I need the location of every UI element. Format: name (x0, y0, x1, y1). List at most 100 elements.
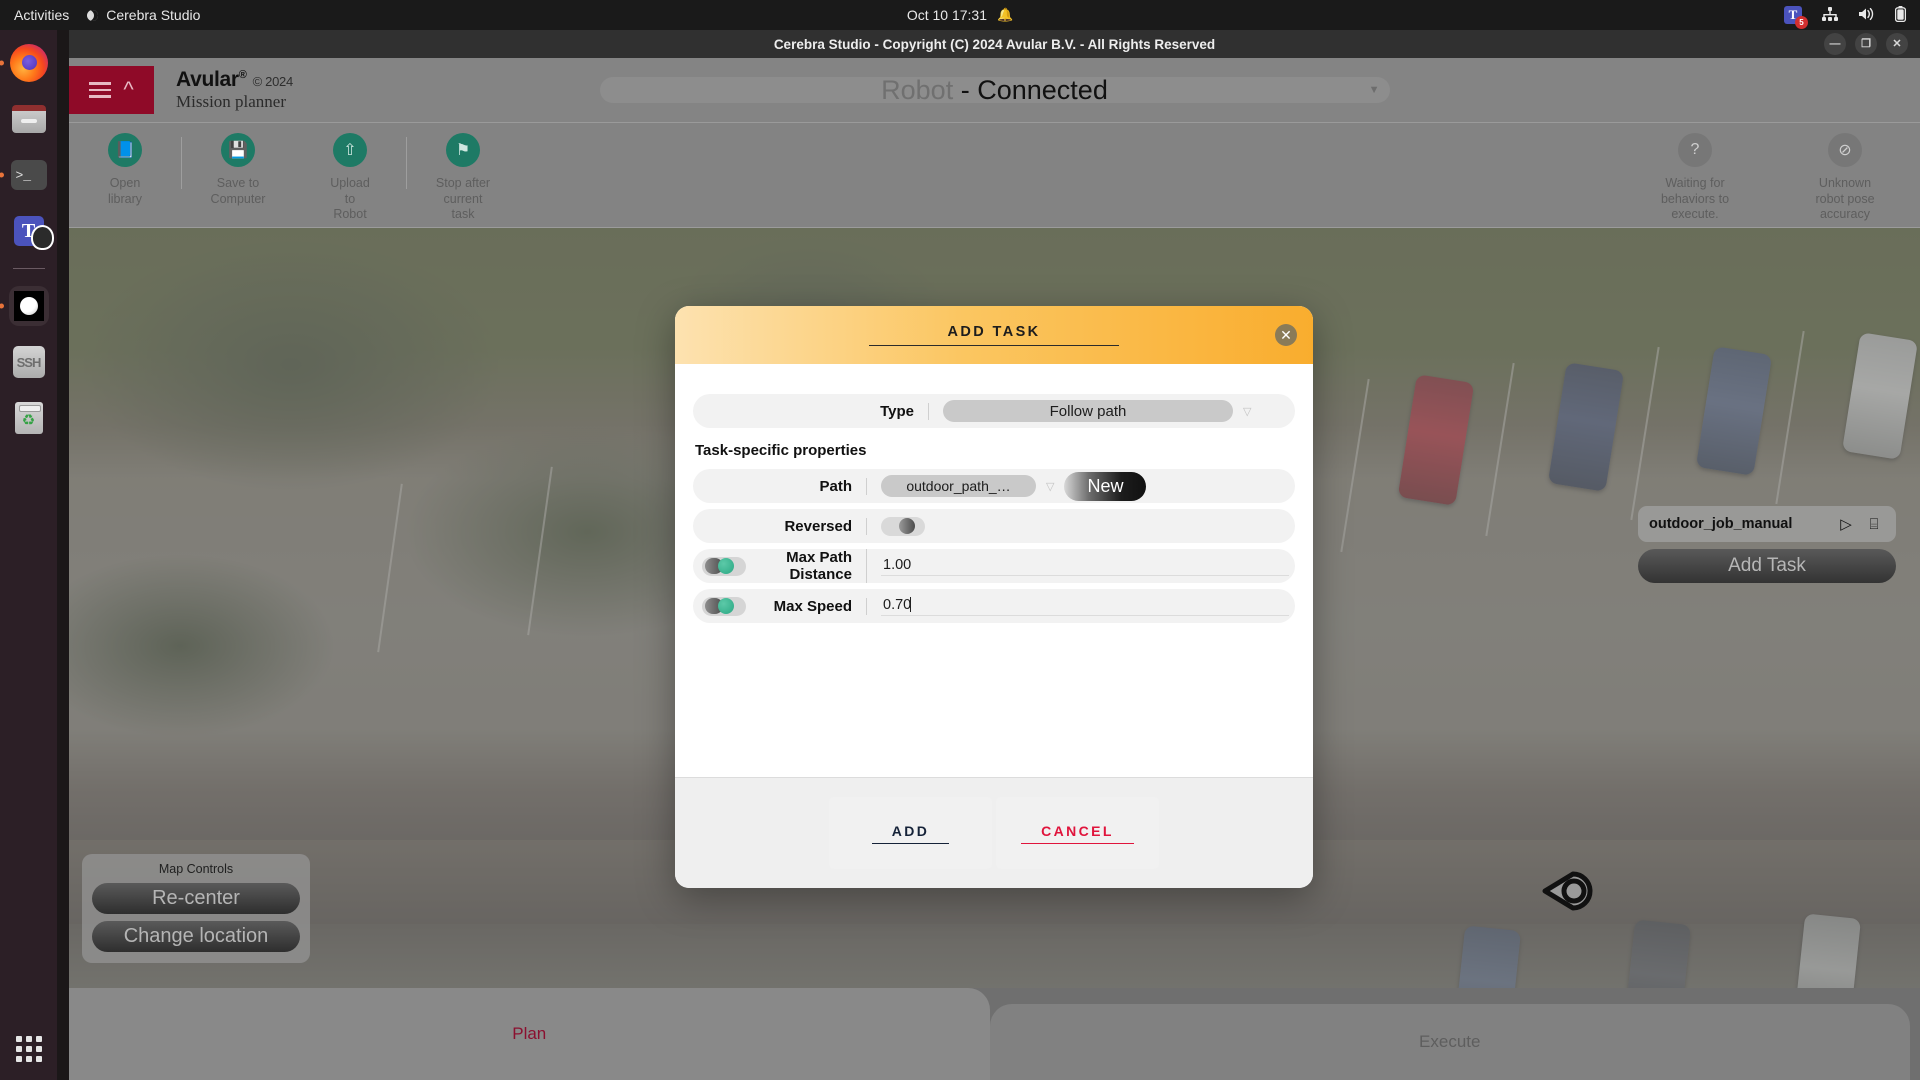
menu-toggle-button[interactable]: ^ (69, 66, 154, 114)
maximize-button[interactable]: ❐ (1855, 33, 1877, 55)
close-button[interactable]: ✕ (1886, 33, 1908, 55)
tab-plan[interactable]: Plan (69, 988, 990, 1080)
hamburger-icon (89, 82, 111, 98)
cancel-button[interactable]: CANCEL (996, 797, 1159, 869)
add-task-button[interactable]: Add Task (1638, 549, 1896, 583)
clock-label: Oct 10 17:31 (907, 7, 987, 23)
play-icon[interactable]: ▷ (1835, 515, 1857, 533)
no-location-icon: ⊘ (1828, 133, 1862, 167)
bell-icon: 🔔 (997, 7, 1013, 23)
dock-item-firefox[interactable] (8, 42, 50, 84)
chevron-down-icon[interactable]: ▼ (1369, 84, 1380, 96)
max-path-distance-enable-toggle[interactable] (702, 557, 746, 576)
field-label-path: Path (693, 478, 867, 495)
avular-caret-icon: ^ (123, 83, 133, 96)
firefox-icon (10, 44, 48, 82)
volume-icon[interactable] (1858, 7, 1875, 24)
toolbar-label: Save toComputer (211, 176, 266, 207)
form-row-max-speed: Max Speed 0.70 (693, 589, 1295, 623)
path-select[interactable]: outdoor_path_… (881, 475, 1036, 497)
gnome-top-bar: Activities Cerebra Studio Oct 10 17:31 🔔… (0, 0, 1920, 30)
dock-item-cerebra-studio[interactable] (8, 285, 50, 327)
dock-item-terminal[interactable]: >_ (8, 154, 50, 196)
app-subtitle: Mission planner (176, 92, 293, 112)
task-list-item[interactable]: outdoor_job_manual ▷ ⌸ (1638, 506, 1896, 542)
battery-icon[interactable] (1895, 6, 1906, 25)
minimize-button[interactable]: — (1824, 33, 1846, 55)
type-select[interactable]: Follow path (943, 400, 1233, 422)
map-controls-title: Map Controls (92, 862, 300, 876)
network-icon[interactable] (1822, 7, 1838, 24)
field-label-reversed: Reversed (693, 518, 867, 535)
activities-button[interactable]: Activities (14, 7, 69, 23)
terminal-icon: >_ (11, 160, 47, 190)
focused-app-menu[interactable]: Cerebra Studio (87, 7, 200, 23)
brand-name: Avular (176, 68, 239, 91)
field-label-type: Type (693, 403, 929, 420)
teams-tray-icon[interactable]: T 5 (1784, 6, 1802, 24)
toolbar-label: Openlibrary (108, 176, 142, 207)
trash-icon: ♻ (15, 402, 43, 434)
dock-divider (13, 268, 45, 269)
brand-registered-icon: ® (239, 69, 247, 81)
max-speed-value: 0.70 (883, 597, 911, 613)
cerebra-studio-window: Cerebra Studio - Copyright (C) 2024 Avul… (69, 30, 1920, 1080)
robot-dash: - (961, 75, 970, 105)
add-task-dialog: ADD TASK ✕ Type Follow path ▽ Task-speci… (675, 306, 1313, 888)
map-controls-panel: Map Controls Re-center Change location (82, 854, 310, 963)
toolbar-button-upload-to-robot[interactable]: ⇧ UploadtoRobot (294, 133, 406, 223)
close-icon[interactable]: ✕ (1275, 324, 1297, 346)
robot-pose-marker[interactable] (1539, 868, 1595, 914)
brand-copyright: © 2024 (253, 74, 293, 89)
recenter-button[interactable]: Re-center (92, 883, 300, 914)
form-row-type: Type Follow path ▽ (693, 394, 1295, 428)
status-label: Unknownrobot poseaccuracy (1815, 176, 1874, 223)
task-list-icon[interactable]: ⌸ (1863, 516, 1885, 533)
add-button[interactable]: ADD (829, 797, 992, 869)
brand-block: Avular® © 2024 Mission planner (176, 68, 293, 112)
dialog-header: ADD TASK ✕ (675, 306, 1313, 364)
clock-area[interactable]: Oct 10 17:31 🔔 (830, 7, 1090, 23)
tab-execute[interactable]: Execute (990, 1004, 1911, 1080)
dock-item-trash[interactable]: ♻ (8, 397, 50, 439)
chevron-down-icon[interactable]: ▽ (1046, 480, 1054, 493)
field-label-max-path-distance: Max Path Distance (755, 549, 867, 583)
field-label-max-speed: Max Speed (755, 598, 867, 615)
cancel-button-label: CANCEL (1021, 823, 1134, 844)
toolbar-button-open-library[interactable]: 📘 Openlibrary (69, 133, 181, 207)
window-titlebar: Cerebra Studio - Copyright (C) 2024 Avul… (69, 30, 1920, 58)
bottom-tabbar: Plan Execute (69, 988, 1920, 1080)
toolbar-button-save-to-computer[interactable]: 💾 Save toComputer (182, 133, 294, 207)
floppy-disk-icon: 💾 (221, 133, 255, 167)
robot-name-label: Robot (881, 75, 953, 105)
show-applications-button[interactable] (16, 1036, 42, 1062)
text-cursor-icon (910, 597, 911, 612)
reversed-switch[interactable] (881, 517, 925, 536)
change-location-button[interactable]: Change location (92, 921, 300, 952)
form-row-max-path-distance: Max Path Distance 1.00 (693, 549, 1295, 583)
tab-label: Plan (512, 1024, 546, 1044)
job-name-label: outdoor_job_manual (1649, 515, 1829, 533)
toolbar-label: Stop aftercurrenttask (436, 176, 490, 223)
dock-item-ssh[interactable]: SSH (8, 341, 50, 383)
ssh-icon: SSH (13, 346, 45, 378)
dock-item-teams[interactable]: T (8, 210, 50, 252)
chevron-down-icon[interactable]: ▽ (1243, 405, 1251, 418)
system-tray[interactable]: T 5 (1784, 6, 1906, 25)
toolbar-button-stop-after-current-task[interactable]: ⚑ Stop aftercurrenttask (407, 133, 519, 223)
max-speed-enable-toggle[interactable] (702, 597, 746, 616)
main-toolbar: 📘 Openlibrary 💾 Save toComputer ⇧ Upload… (69, 123, 1920, 228)
app-header: ^ Avular® © 2024 Mission planner Robot - … (69, 58, 1920, 123)
robot-selector[interactable]: Robot - Connected ▼ (600, 77, 1390, 103)
robot-status-label: Connected (977, 75, 1108, 105)
teams-badge: 5 (1795, 16, 1808, 29)
status-waiting-for-behaviors: ? Waiting forbehaviors toexecute. (1620, 133, 1770, 223)
form-row-reversed: Reversed (693, 509, 1295, 543)
focused-app-label: Cerebra Studio (106, 7, 200, 23)
files-icon (12, 105, 46, 133)
dock-item-files[interactable] (8, 98, 50, 140)
app-indicator-icon (87, 10, 98, 21)
new-path-button[interactable]: New (1064, 472, 1146, 501)
max-path-distance-input[interactable]: 1.00 (881, 557, 1289, 576)
max-speed-input[interactable]: 0.70 (881, 597, 1289, 616)
